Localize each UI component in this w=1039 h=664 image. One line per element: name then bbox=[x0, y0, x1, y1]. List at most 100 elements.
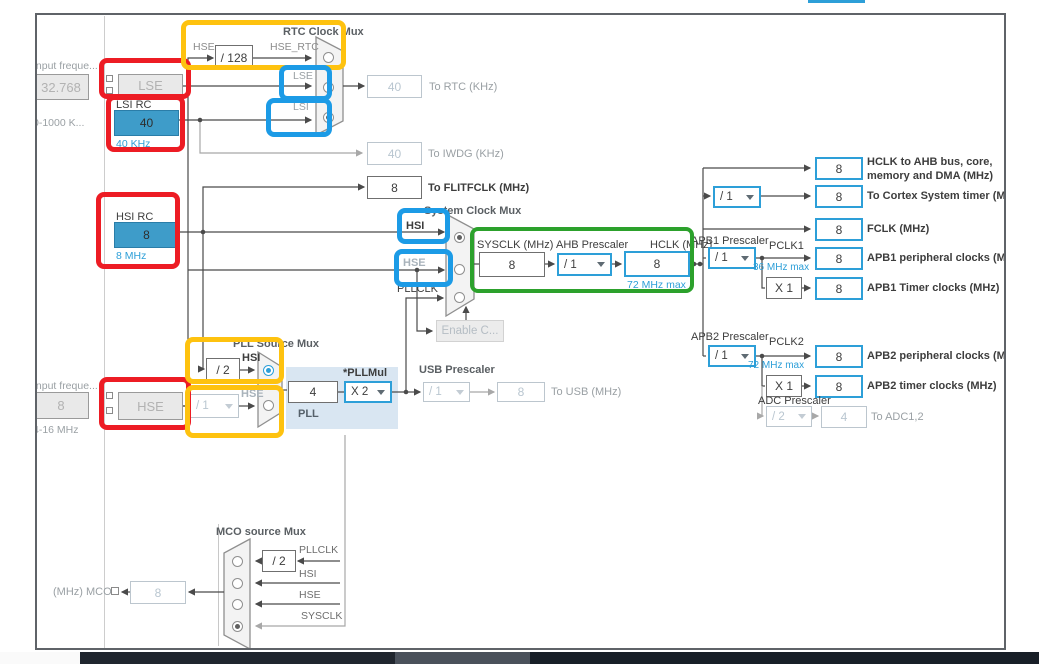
system-mux-radio-hse[interactable] bbox=[454, 264, 465, 275]
pll-mux-title: PLL Source Mux bbox=[233, 338, 319, 350]
to-iwdg-value-box: 40 bbox=[367, 142, 422, 165]
lse-osc-out-pin bbox=[106, 87, 113, 94]
rtc-mux-radio-lsi[interactable] bbox=[323, 112, 334, 123]
apb1-timer-multiplier-box: X 1 bbox=[766, 277, 802, 299]
to-rtc-value-box: 40 bbox=[367, 75, 422, 98]
apb1-peripheral-label: APB1 peripheral clocks (MHz) bbox=[867, 252, 1006, 264]
rtc-mux-title: RTC Clock Mux bbox=[283, 26, 364, 38]
taskbar-segment bbox=[80, 652, 395, 664]
wiring-layer bbox=[35, 13, 1006, 650]
hclk-ahb-bus-value-box[interactable]: 8 bbox=[815, 157, 863, 180]
cortex-prescaler-dropdown[interactable]: / 1 bbox=[713, 186, 761, 208]
adc-prescaler-value: / 2 bbox=[772, 411, 785, 423]
apb2-timer-multiplier-box: X 1 bbox=[766, 375, 802, 397]
usb-prescaler-value: / 1 bbox=[429, 386, 442, 398]
lse-input-frequency-field: 32.768 bbox=[35, 74, 89, 100]
mco-pll-divider-box: / 2 bbox=[262, 550, 296, 572]
apb1-timer-value-box[interactable]: 8 bbox=[815, 277, 863, 300]
ahb-prescaler-value: / 1 bbox=[564, 259, 577, 271]
usb-value-box: 8 bbox=[497, 382, 545, 402]
apb2-timer-label: APB2 timer clocks (MHz) bbox=[867, 380, 997, 392]
sysclk-label: SYSCLK (MHz) bbox=[477, 239, 553, 251]
pll-mux-radio-hse[interactable] bbox=[263, 400, 274, 411]
pll-hse-input-label: HSE bbox=[241, 388, 264, 400]
hclk-value-box[interactable]: 8 bbox=[624, 251, 690, 277]
cortex-timer-label: To Cortex System timer (MHz) bbox=[867, 190, 1006, 202]
apb2-max-label: 72 MHz max bbox=[748, 360, 804, 371]
chevron-down-icon bbox=[377, 390, 385, 395]
rtc-lsi-input-label: LSI bbox=[293, 102, 309, 114]
mco-mux-radio-hse[interactable] bbox=[232, 599, 243, 610]
clock-configuration-panel: Input freque... 32.768 0-1000 K... LSE L… bbox=[35, 13, 1006, 650]
apb2-peripheral-value-box[interactable]: 8 bbox=[815, 345, 863, 368]
pll-hse-divider-dropdown: / 1 bbox=[190, 394, 239, 418]
lse-input-frequency-label: Input freque... bbox=[35, 61, 98, 73]
system-mux-radio-hsi[interactable] bbox=[454, 232, 465, 243]
chevron-down-icon bbox=[597, 262, 605, 267]
chevron-down-icon bbox=[741, 354, 749, 359]
rtc-hse-input-label: HSE bbox=[193, 42, 215, 54]
usb-prescaler-title: USB Prescaler bbox=[419, 364, 495, 376]
sys-hse-input-label: HSE bbox=[403, 257, 426, 269]
mco-mux-radio-hsi[interactable] bbox=[232, 578, 243, 589]
cortex-timer-value-box[interactable]: 8 bbox=[815, 185, 863, 208]
lse-osc-in-pin bbox=[106, 75, 113, 82]
mco-hse-input-label: HSE bbox=[299, 590, 321, 602]
hse-osc-out-pin bbox=[106, 407, 113, 414]
pll-mux-radio-hsi[interactable] bbox=[263, 365, 274, 376]
fclk-value-box[interactable]: 8 bbox=[815, 218, 863, 241]
rtc-hse-divider-box: / 128 bbox=[215, 45, 253, 70]
apb1-max-label: 36 MHz max bbox=[753, 262, 809, 273]
usb-prescaler-dropdown: / 1 bbox=[423, 382, 470, 402]
pll-block-label: PLL bbox=[298, 408, 319, 420]
mco-value-box: 8 bbox=[130, 581, 186, 604]
hse-osc-in-pin bbox=[106, 392, 113, 399]
apb1-prescaler-dropdown[interactable]: / 1 bbox=[708, 247, 756, 269]
mco-pllclk-input-label: PLLCLK bbox=[299, 545, 338, 557]
rtc-lse-input-label: LSE bbox=[293, 71, 313, 83]
apb1-prescaler-value: / 1 bbox=[715, 252, 728, 264]
rtc-mux-radio-hse-rtc[interactable] bbox=[323, 52, 334, 63]
sysclk-value-box: 8 bbox=[479, 252, 545, 277]
pll-hse-divider-value: / 1 bbox=[196, 400, 209, 412]
pllmul-dropdown[interactable]: X 2 bbox=[344, 381, 392, 403]
pclk2-label: PCLK2 bbox=[769, 336, 804, 348]
chevron-down-icon bbox=[798, 414, 806, 419]
apb1-timer-label: APB1 Timer clocks (MHz) bbox=[867, 282, 999, 294]
adc-value-box: 4 bbox=[821, 406, 867, 428]
rtc-hse-rtc-label: HSE_RTC bbox=[270, 42, 319, 54]
adc-prescaler-dropdown: / 2 bbox=[766, 406, 812, 427]
sys-hsi-input-label: HSI bbox=[406, 220, 424, 232]
pll-hsi-divider-box: / 2 bbox=[206, 358, 240, 382]
chevron-down-icon bbox=[225, 404, 233, 409]
apb1-prescaler-label: APB1 Prescaler bbox=[691, 235, 769, 247]
hclk-max-label: 72 MHz max bbox=[627, 280, 686, 292]
clock-diagram-canvas: Input freque... 32.768 0-1000 K... LSE L… bbox=[35, 13, 1006, 650]
apb1-peripheral-value-box[interactable]: 8 bbox=[815, 247, 863, 270]
hsi-frequency-label: 8 MHz bbox=[116, 251, 146, 263]
apb2-peripheral-label: APB2 peripheral clocks (MHz) bbox=[867, 350, 1006, 362]
mco-mux-radio-pllclk[interactable] bbox=[232, 556, 243, 567]
usb-out-label: To USB (MHz) bbox=[551, 386, 621, 398]
ahb-prescaler-dropdown[interactable]: / 1 bbox=[557, 253, 612, 276]
apb2-prescaler-value: / 1 bbox=[715, 350, 728, 362]
mco-mux-title: MCO source Mux bbox=[216, 526, 306, 538]
taskbar-segment bbox=[395, 652, 530, 664]
lse-source-box: LSE bbox=[118, 74, 183, 96]
lsi-rc-value-box: 40 bbox=[114, 110, 179, 136]
hse-input-range-label: 4-16 MHz bbox=[35, 425, 79, 437]
active-tab-indicator bbox=[808, 0, 865, 3]
system-mux-radio-pllclk[interactable] bbox=[454, 292, 465, 303]
system-mux-title: System Clock Mux bbox=[424, 205, 521, 217]
pllmul-label: *PLLMul bbox=[343, 367, 387, 379]
mco-out-label: (MHz) MCO bbox=[53, 586, 112, 598]
mco-mux-radio-sysclk[interactable] bbox=[232, 621, 243, 632]
hse-input-frequency-label: Input freque... bbox=[35, 381, 98, 393]
to-flitfclk-label: To FLITFCLK (MHz) bbox=[428, 182, 529, 194]
taskbar-segment bbox=[0, 652, 80, 664]
to-rtc-label: To RTC (KHz) bbox=[429, 81, 497, 93]
to-flitfclk-value-box: 8 bbox=[367, 176, 422, 199]
chevron-down-icon bbox=[741, 256, 749, 261]
lse-input-range-label: 0-1000 K... bbox=[35, 118, 84, 130]
rtc-mux-radio-lse[interactable] bbox=[323, 82, 334, 93]
